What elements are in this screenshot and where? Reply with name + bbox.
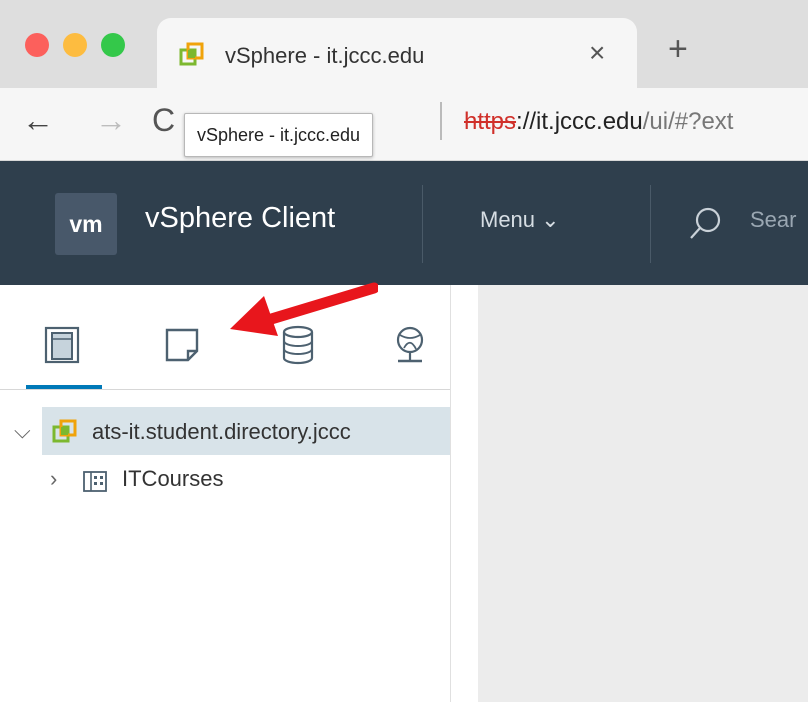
chevron-down-icon[interactable]: ⌵ — [14, 419, 31, 443]
tab-title: vSphere - it.jccc.edu — [225, 43, 425, 68]
menu-button[interactable]: Menu ⌄ — [480, 207, 560, 233]
browser-tabstrip: vSphere - it.jccc.edu × + — [0, 0, 808, 88]
tab-tooltip: vSphere - it.jccc.edu — [184, 113, 374, 157]
vm-logo[interactable]: vm — [55, 193, 117, 255]
tree-node-label[interactable]: ats-it.student.directory.jccc — [92, 419, 351, 445]
reload-button[interactable]: C — [152, 102, 175, 138]
tabs-divider — [0, 389, 450, 390]
app-title[interactable]: vSphere Client — [145, 202, 335, 235]
hosts-clusters-icon[interactable] — [42, 325, 82, 365]
close-window-button[interactable] — [25, 33, 49, 57]
tree-node-label[interactable]: ITCourses — [122, 466, 223, 492]
address-bar[interactable]: https://it.jccc.edu/ui/#?ext — [464, 106, 733, 138]
networking-icon[interactable] — [390, 325, 430, 365]
tab-close-icon[interactable]: × — [589, 37, 605, 69]
minimize-window-button[interactable] — [63, 33, 87, 57]
vsphere-logo-icon — [179, 42, 204, 66]
browser-tab[interactable]: vSphere - it.jccc.edu × — [157, 18, 637, 88]
vcenter-icon — [52, 419, 77, 443]
app-header: vm vSphere Client Menu ⌄ Sear — [0, 161, 808, 285]
search-input[interactable]: Sear — [750, 207, 796, 233]
back-button[interactable]: ← — [22, 102, 54, 138]
url-host: ://it.jccc.edu — [516, 108, 643, 135]
vms-templates-icon[interactable] — [162, 325, 202, 365]
url-scheme: https — [464, 108, 517, 135]
maximize-window-button[interactable] — [101, 33, 125, 57]
panel-splitter[interactable] — [450, 285, 479, 702]
annotation-arrow-icon — [230, 282, 378, 336]
datacenter-icon — [83, 471, 107, 492]
search-icon[interactable] — [688, 205, 724, 241]
forward-button[interactable]: → — [95, 102, 127, 138]
address-divider — [440, 102, 442, 140]
header-divider — [422, 185, 423, 263]
main-content-area — [478, 285, 808, 702]
header-divider — [650, 185, 651, 263]
browser-toolbar: ← → C https://it.jccc.edu/ui/#?ext — [0, 88, 808, 161]
navigator-panel: ⌵ ats-it.student.directory.jccc › ITCour… — [0, 285, 450, 702]
new-tab-button[interactable]: + — [668, 32, 688, 66]
url-path: /ui/#?ext — [642, 108, 734, 135]
chevron-right-icon[interactable]: › — [50, 467, 57, 491]
